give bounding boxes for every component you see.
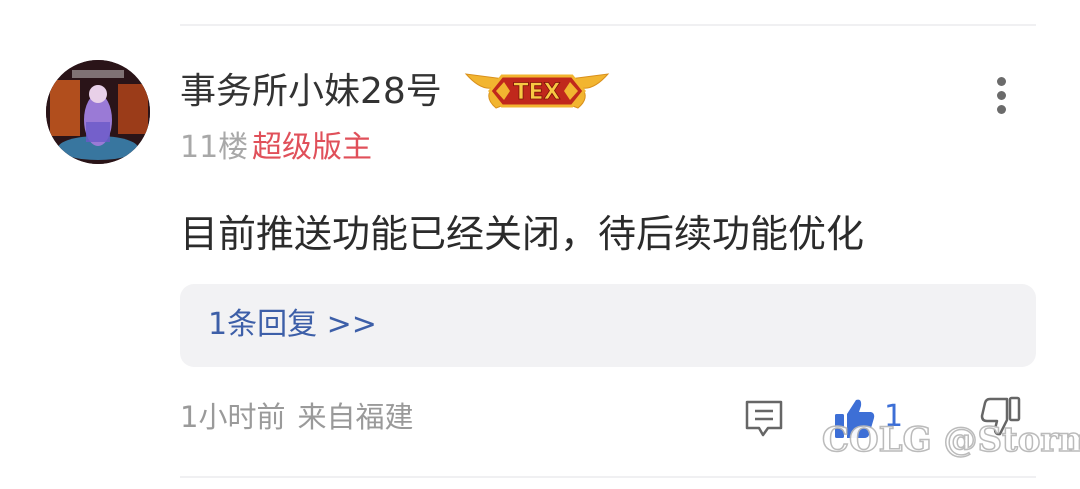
replies-link[interactable]: 1条回复 >>: [208, 304, 377, 346]
comment-content: 目前推送功能已经关闭，待后续功能优化: [180, 212, 865, 256]
user-role-badge: 超级版主: [252, 130, 372, 165]
watermark: COLG @Stormt: [821, 419, 1080, 461]
comment-card: 事务所小妹28号 TEX 11楼 超级版主 目前推送功能已经关闭，待后续功能优化…: [0, 0, 1080, 489]
top-divider: [180, 24, 1036, 26]
bottom-divider: [180, 476, 1036, 478]
avatar-image: [46, 60, 150, 164]
gold-wing-level-badge-icon: TEX: [464, 73, 610, 109]
more-vertical-icon[interactable]: [986, 72, 1016, 120]
post-location: 来自福建: [297, 400, 414, 434]
comment-icon[interactable]: [744, 398, 784, 438]
post-meta: 1小时前 来自福建: [180, 396, 413, 438]
username[interactable]: 事务所小妹28号: [180, 66, 442, 118]
avatar[interactable]: [46, 60, 150, 164]
floor-number: 11楼: [180, 130, 249, 165]
post-time: 1小时前: [180, 400, 286, 434]
replies-button[interactable]: 1条回复 >>: [180, 284, 1036, 367]
badge-text: TEX: [514, 80, 561, 105]
